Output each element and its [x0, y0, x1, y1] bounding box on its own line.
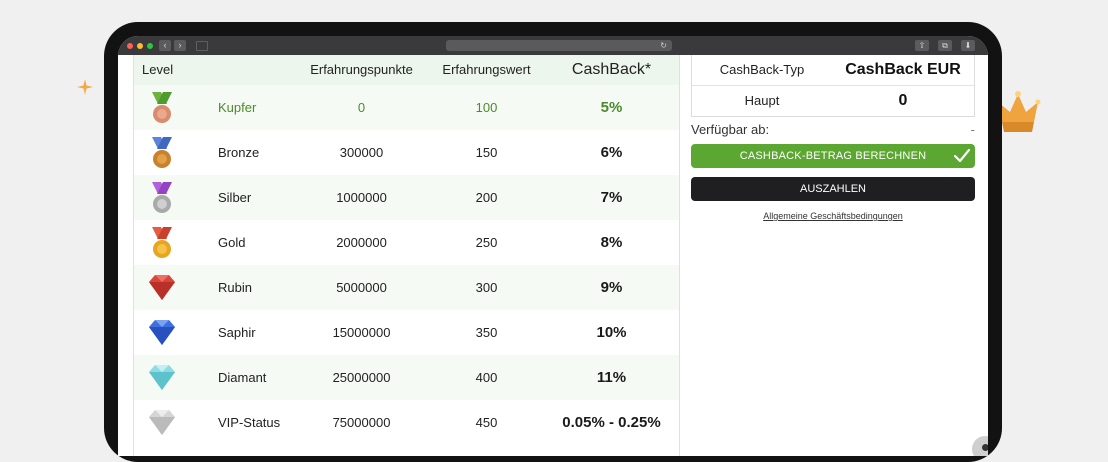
- level-cashback: 7%: [600, 189, 623, 206]
- ruby-gem-icon: [149, 275, 175, 300]
- table-row: Gold 2000000 250 8%: [134, 220, 679, 265]
- level-cashback: 6%: [600, 144, 623, 161]
- calculate-cashback-button[interactable]: CASHBACK-BETRAG BERECHNEN: [691, 144, 975, 168]
- level-name: VIP-Status: [218, 415, 281, 430]
- level-value: 450: [475, 415, 498, 430]
- diamond-gem-icon: [149, 365, 175, 390]
- table-row: VIP-Status 75000000 450 0.05% - 0.25%: [134, 400, 679, 445]
- forward-button[interactable]: ›: [174, 40, 186, 51]
- cashback-panel: CashBack-Typ CashBack EUR Haupt 0 Verfüg…: [691, 55, 975, 456]
- level-name: Silber: [218, 190, 252, 205]
- cashback-type-label: CashBack-Typ: [719, 62, 805, 77]
- header-experience-value: Erfahrungswert: [442, 62, 531, 77]
- level-cashback: 11%: [596, 369, 627, 386]
- level-cashback: 0.05% - 0.25%: [562, 414, 661, 431]
- level-name: Kupfer: [218, 100, 257, 115]
- level-points: 25000000: [332, 370, 391, 385]
- level-value: 250: [475, 235, 498, 250]
- header-experience-points: Erfahrungspunkte: [310, 62, 413, 77]
- level-points: 0: [357, 100, 366, 115]
- available-from-value: -: [970, 122, 975, 137]
- available-from-label: Verfügbar ab:: [691, 122, 770, 137]
- table-row: Kupfer 0 100 5%: [134, 85, 679, 130]
- sidebar-toggle-icon[interactable]: [196, 41, 208, 51]
- level-points: 15000000: [332, 325, 391, 340]
- level-points: 75000000: [332, 415, 391, 430]
- silver-medal-icon: [152, 182, 172, 213]
- level-name: Diamant: [218, 370, 267, 385]
- level-name: Saphir: [218, 325, 256, 340]
- header-cashback: CashBack*: [571, 61, 652, 78]
- level-points: 1000000: [336, 190, 387, 205]
- level-value: 200: [475, 190, 498, 205]
- payout-button[interactable]: AUSZAHLEN: [691, 177, 975, 201]
- level-cashback: 9%: [600, 279, 623, 296]
- level-cashback: 8%: [600, 234, 623, 251]
- chat-icon: [982, 444, 988, 451]
- level-value: 350: [475, 325, 498, 340]
- level-cashback: 10%: [596, 324, 627, 341]
- copper-medal-icon: [152, 92, 172, 123]
- tabs-overview-button[interactable]: ⧉: [938, 40, 952, 51]
- back-button[interactable]: ‹: [159, 40, 171, 51]
- table-row: Diamant 25000000 400 11%: [134, 355, 679, 400]
- level-points: 5000000: [336, 280, 387, 295]
- address-bar[interactable]: ↻: [446, 40, 672, 51]
- close-window-button[interactable]: [127, 43, 133, 49]
- sapphire-gem-icon: [149, 320, 175, 345]
- level-value: 400: [475, 370, 498, 385]
- level-name: Bronze: [218, 145, 260, 160]
- minimize-window-button[interactable]: [137, 43, 143, 49]
- sparkle-icon: [77, 79, 93, 95]
- level-name: Gold: [218, 235, 246, 250]
- browser-toolbar: ‹ › ↻ ⇧ ⧉ ⬇: [118, 36, 988, 55]
- cashback-type-value: CashBack EUR: [845, 61, 961, 78]
- table-header: Level Erfahrungspunkte Erfahrungswert Ca…: [134, 55, 679, 85]
- gold-medal-icon: [152, 227, 172, 258]
- level-value: 300: [475, 280, 498, 295]
- vip-gem-icon: [149, 410, 175, 435]
- level-points: 2000000: [336, 235, 387, 250]
- table-row: Bronze 300000 150 6%: [134, 130, 679, 175]
- downloads-button[interactable]: ⬇: [961, 40, 975, 51]
- main-balance-label: Haupt: [744, 93, 780, 108]
- level-name: Rubin: [218, 280, 252, 295]
- main-balance-value: 0: [898, 92, 908, 109]
- main-balance-row: Haupt 0: [692, 86, 974, 116]
- table-row: Saphir 15000000 350 10%: [134, 310, 679, 355]
- table-row: Silber 1000000 200 7%: [134, 175, 679, 220]
- cashback-type-row: CashBack-Typ CashBack EUR: [692, 55, 974, 86]
- checkmark-icon: [953, 148, 971, 163]
- calculate-cashback-label: CASHBACK-BETRAG BERECHNEN: [739, 150, 927, 162]
- page-content: Level Erfahrungspunkte Erfahrungswert Ca…: [118, 55, 988, 456]
- level-value: 150: [475, 145, 498, 160]
- share-button[interactable]: ⇧: [915, 40, 929, 51]
- reload-icon[interactable]: ↻: [660, 40, 667, 51]
- cashback-level-table: Level Erfahrungspunkte Erfahrungswert Ca…: [133, 55, 680, 456]
- cashback-summary-table: CashBack-Typ CashBack EUR Haupt 0: [691, 55, 975, 117]
- level-cashback: 5%: [600, 99, 623, 116]
- header-level: Level: [142, 62, 174, 77]
- level-points: 300000: [339, 145, 384, 160]
- table-row: Rubin 5000000 300 9%: [134, 265, 679, 310]
- maximize-window-button[interactable]: [147, 43, 153, 49]
- tablet-screen: ‹ › ↻ ⇧ ⧉ ⬇ Level Erfahrungspunkte Erfah…: [118, 36, 988, 456]
- level-value: 100: [475, 100, 498, 115]
- bronze-medal-icon: [152, 137, 172, 168]
- terms-link[interactable]: Allgemeine Geschäftsbedingungen: [691, 211, 975, 221]
